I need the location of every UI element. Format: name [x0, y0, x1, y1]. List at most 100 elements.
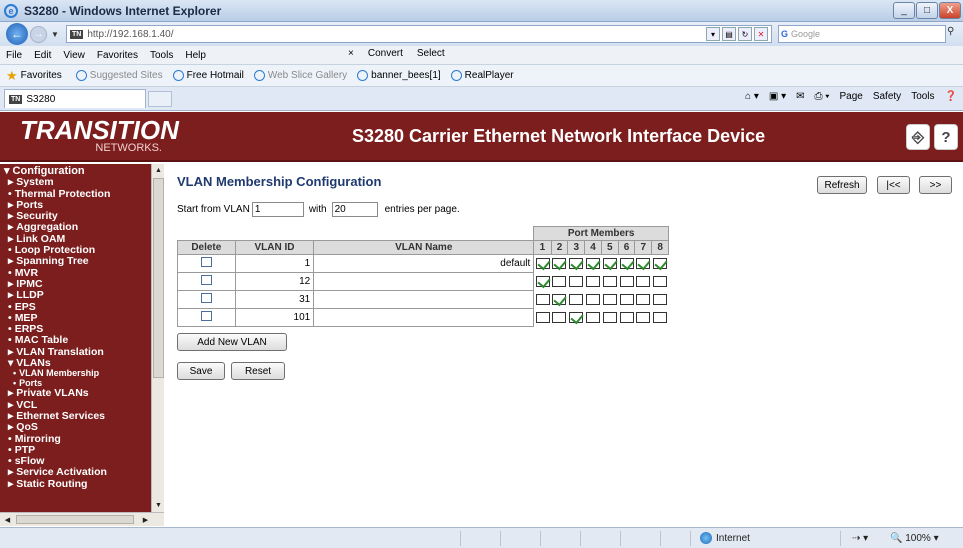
menu-view[interactable]: View [63, 50, 85, 61]
hscroll-thumb[interactable] [16, 515, 134, 524]
port-member-checkbox[interactable] [636, 275, 651, 287]
url-dropdown-icon[interactable]: ▾ [706, 27, 720, 41]
entries-input[interactable]: 20 [331, 202, 378, 217]
vlan-name-field[interactable]: default [313, 254, 535, 273]
next-page-button[interactable]: >> [919, 176, 952, 194]
forward-button[interactable]: → [30, 25, 47, 43]
port-member-checkbox[interactable] [569, 293, 584, 305]
port-member-checkbox[interactable] [602, 293, 617, 305]
fav-suggested-sites[interactable]: Suggested Sites [75, 70, 163, 81]
fav-free-hotmail[interactable]: Free Hotmail [172, 70, 244, 81]
convert-button[interactable]: Convert [368, 48, 403, 59]
menu-edit[interactable]: Edit [34, 50, 51, 61]
menu-tools[interactable]: Tools [150, 50, 173, 61]
port-member-checkbox[interactable] [653, 293, 668, 305]
scroll-thumb[interactable] [153, 178, 164, 378]
recent-pages-dropdown[interactable]: ▼ [51, 30, 59, 39]
vlan-name-field[interactable] [313, 308, 535, 327]
port-member-checkbox-checked[interactable] [636, 258, 651, 270]
protected-mode-icon[interactable]: ⇢ ▾ [852, 533, 868, 544]
port-member-checkbox[interactable] [653, 275, 668, 287]
favorites-star-icon[interactable]: ★ [6, 68, 18, 84]
port-member-checkbox[interactable] [535, 293, 550, 305]
delete-checkbox[interactable] [200, 257, 212, 267]
port-member-checkbox-checked[interactable] [569, 311, 584, 323]
refresh-icon[interactable]: ↻ [738, 27, 752, 41]
delete-checkbox[interactable] [200, 311, 212, 321]
stop-icon[interactable]: ✕ [754, 27, 768, 41]
maximize-button[interactable]: □ [916, 2, 938, 19]
port-member-checkbox[interactable] [586, 275, 600, 287]
fav-realplayer[interactable]: RealPlayer [450, 70, 514, 81]
menu-file[interactable]: File [6, 50, 22, 61]
port-member-checkbox[interactable] [569, 275, 584, 287]
help-button[interactable]: ? [934, 124, 958, 150]
sidebar-item[interactable]: ▸ Static Routing [4, 478, 152, 490]
delete-checkbox[interactable] [200, 293, 212, 303]
vlan-name-field[interactable] [313, 272, 535, 291]
port-member-checkbox[interactable] [552, 311, 567, 323]
port-member-checkbox-checked[interactable] [602, 258, 617, 270]
sidebar-horizontal-scrollbar[interactable]: ◀ ▶ [0, 512, 164, 526]
print-icon[interactable]: ⎙ ▾ [814, 91, 829, 102]
port-member-checkbox[interactable] [602, 311, 617, 323]
port-member-checkbox[interactable] [586, 293, 600, 305]
minimize-button[interactable]: _ [893, 2, 915, 19]
port-member-checkbox-checked[interactable] [569, 258, 584, 270]
url-field[interactable]: TN http://192.168.1.40/ ▾ ▤ ↻ ✕ [66, 25, 772, 43]
logout-button[interactable]: ⎆ [906, 124, 930, 150]
port-member-checkbox-checked[interactable] [535, 258, 550, 270]
tools-menu[interactable]: Tools [911, 91, 934, 102]
back-button[interactable]: ← [6, 23, 28, 45]
safety-menu[interactable]: Safety [873, 91, 901, 102]
port-member-checkbox[interactable] [602, 275, 617, 287]
port-member-checkbox-checked[interactable] [552, 293, 567, 305]
zoom-level[interactable]: 🔍 100% ▾ [890, 533, 939, 544]
vlan-name-field[interactable] [313, 290, 535, 309]
scroll-right-icon[interactable]: ▶ [140, 514, 151, 525]
feeds-icon[interactable]: ▣ ▾ [769, 91, 786, 102]
compatibility-icon[interactable]: ▤ [722, 27, 736, 41]
help-icon[interactable]: ❓ [945, 91, 957, 102]
first-page-button[interactable]: |<< [877, 176, 910, 194]
port-member-checkbox[interactable] [619, 311, 634, 323]
home-icon[interactable]: ⌂ ▾ [745, 91, 759, 102]
save-button[interactable]: Save [177, 362, 225, 380]
close-toolbar-icon[interactable]: × [348, 48, 354, 59]
close-button[interactable]: X [939, 2, 961, 19]
scroll-up-icon[interactable]: ▲ [153, 165, 164, 176]
menu-help[interactable]: Help [185, 50, 206, 61]
port-member-checkbox[interactable] [586, 311, 600, 323]
search-icon[interactable]: ⚲ [947, 26, 963, 42]
new-tab-button[interactable] [148, 90, 172, 107]
sidebar-vertical-scrollbar[interactable]: ▲ ▼ [151, 164, 164, 512]
port-member-checkbox[interactable] [653, 311, 668, 323]
reset-button[interactable]: Reset [231, 362, 285, 380]
menu-favorites[interactable]: Favorites [97, 50, 138, 61]
port-member-checkbox[interactable] [535, 311, 550, 323]
port-member-checkbox[interactable] [619, 275, 634, 287]
favorites-button[interactable]: Favorites [21, 70, 62, 81]
port-member-checkbox-checked[interactable] [535, 275, 550, 287]
tab-s3280[interactable]: TN S3280 [4, 89, 146, 108]
port-member-checkbox-checked[interactable] [586, 258, 600, 270]
port-member-checkbox[interactable] [552, 275, 567, 287]
fav-web-slice-gallery[interactable]: Web Slice Gallery [253, 70, 347, 81]
delete-checkbox[interactable] [200, 275, 212, 285]
add-new-vlan-button[interactable]: Add New VLAN [177, 333, 287, 351]
refresh-button[interactable]: Refresh [817, 176, 867, 194]
start-vlan-input[interactable]: 1 [251, 202, 304, 217]
scroll-down-icon[interactable]: ▼ [153, 500, 164, 511]
search-input[interactable]: G Google [778, 25, 946, 43]
port-member-checkbox[interactable] [636, 311, 651, 323]
port-member-checkbox-checked[interactable] [619, 258, 634, 270]
mail-icon[interactable]: ✉ [796, 91, 804, 102]
scroll-left-icon[interactable]: ◀ [2, 514, 13, 525]
port-member-checkbox[interactable] [619, 293, 634, 305]
fav-banner-bees[interactable]: banner_bees[1] [357, 70, 441, 81]
port-member-checkbox-checked[interactable] [552, 258, 567, 270]
port-member-checkbox-checked[interactable] [653, 258, 668, 270]
select-button[interactable]: Select [417, 48, 445, 59]
port-member-checkbox[interactable] [636, 293, 651, 305]
page-menu[interactable]: Page [839, 91, 862, 102]
